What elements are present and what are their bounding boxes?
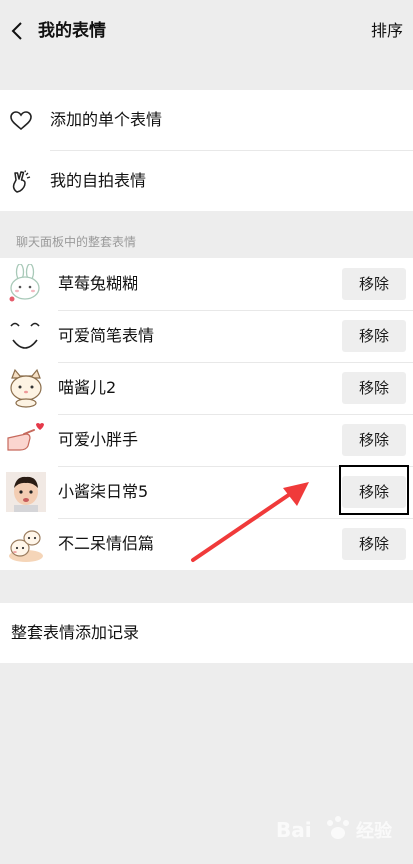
page-title: 我的表情 [38, 21, 106, 41]
remove-button[interactable]: 移除 [342, 528, 406, 560]
sticker-set-name: 草莓兔糊糊 [58, 274, 139, 293]
sticker-history-row[interactable]: 整套表情添加记录 [0, 603, 413, 663]
red-arrow-annotation [191, 482, 309, 562]
list-item[interactable]: 可爱小胖手 移除 [0, 414, 413, 466]
menu-item-selfie-stickers[interactable]: 我的自拍表情 [0, 151, 413, 211]
menu-item-single-stickers[interactable]: 添加的单个表情 [0, 90, 413, 150]
remove-button[interactable]: 移除 [342, 268, 406, 300]
remove-button[interactable]: 移除 [342, 372, 406, 404]
section-label: 聊天面板中的整套表情 [16, 235, 137, 249]
menu-item-label: 添加的单个表情 [50, 110, 163, 129]
remove-button[interactable]: 移除 [342, 424, 406, 456]
history-label: 整套表情添加记录 [11, 623, 140, 642]
menu-card: 添加的单个表情 我的自拍表情 [0, 90, 413, 211]
cat-thumb-icon [10, 368, 42, 408]
smile-thumb-icon [10, 322, 40, 349]
baby-thumb-icon [6, 472, 46, 512]
list-item[interactable]: 可爱简笔表情 移除 [0, 310, 413, 362]
heart-icon [10, 111, 32, 131]
svg-text:Bai: Bai [276, 818, 312, 842]
baidu-watermark-logo: Bai 经验 [276, 816, 393, 842]
list-item[interactable]: 草莓兔糊糊 移除 [0, 258, 413, 310]
bunny-thumb-icon [9, 264, 40, 302]
remove-button[interactable]: 移除 [342, 320, 406, 352]
sticker-set-name: 小酱柒日常5 [58, 482, 149, 501]
sticker-set-name: 可爱小胖手 [58, 430, 139, 449]
hand-gesture-icon [12, 170, 31, 193]
couple-thumb-icon [9, 530, 43, 562]
hand-thumb-icon [7, 423, 44, 451]
list-item[interactable]: 喵酱儿2 移除 [0, 362, 413, 414]
sticker-set-name: 喵酱儿2 [58, 378, 117, 397]
highlight-box [339, 465, 409, 515]
svg-text:经验: 经验 [356, 820, 393, 842]
sort-button[interactable]: 排序 [371, 19, 403, 43]
sticker-set-name: 可爱简笔表情 [58, 326, 155, 345]
top-bar: 我的表情 排序 [0, 0, 413, 62]
back-arrow-icon[interactable] [8, 18, 28, 44]
menu-item-label: 我的自拍表情 [50, 171, 147, 190]
sticker-set-name: 不二呆情侣篇 [58, 534, 155, 553]
